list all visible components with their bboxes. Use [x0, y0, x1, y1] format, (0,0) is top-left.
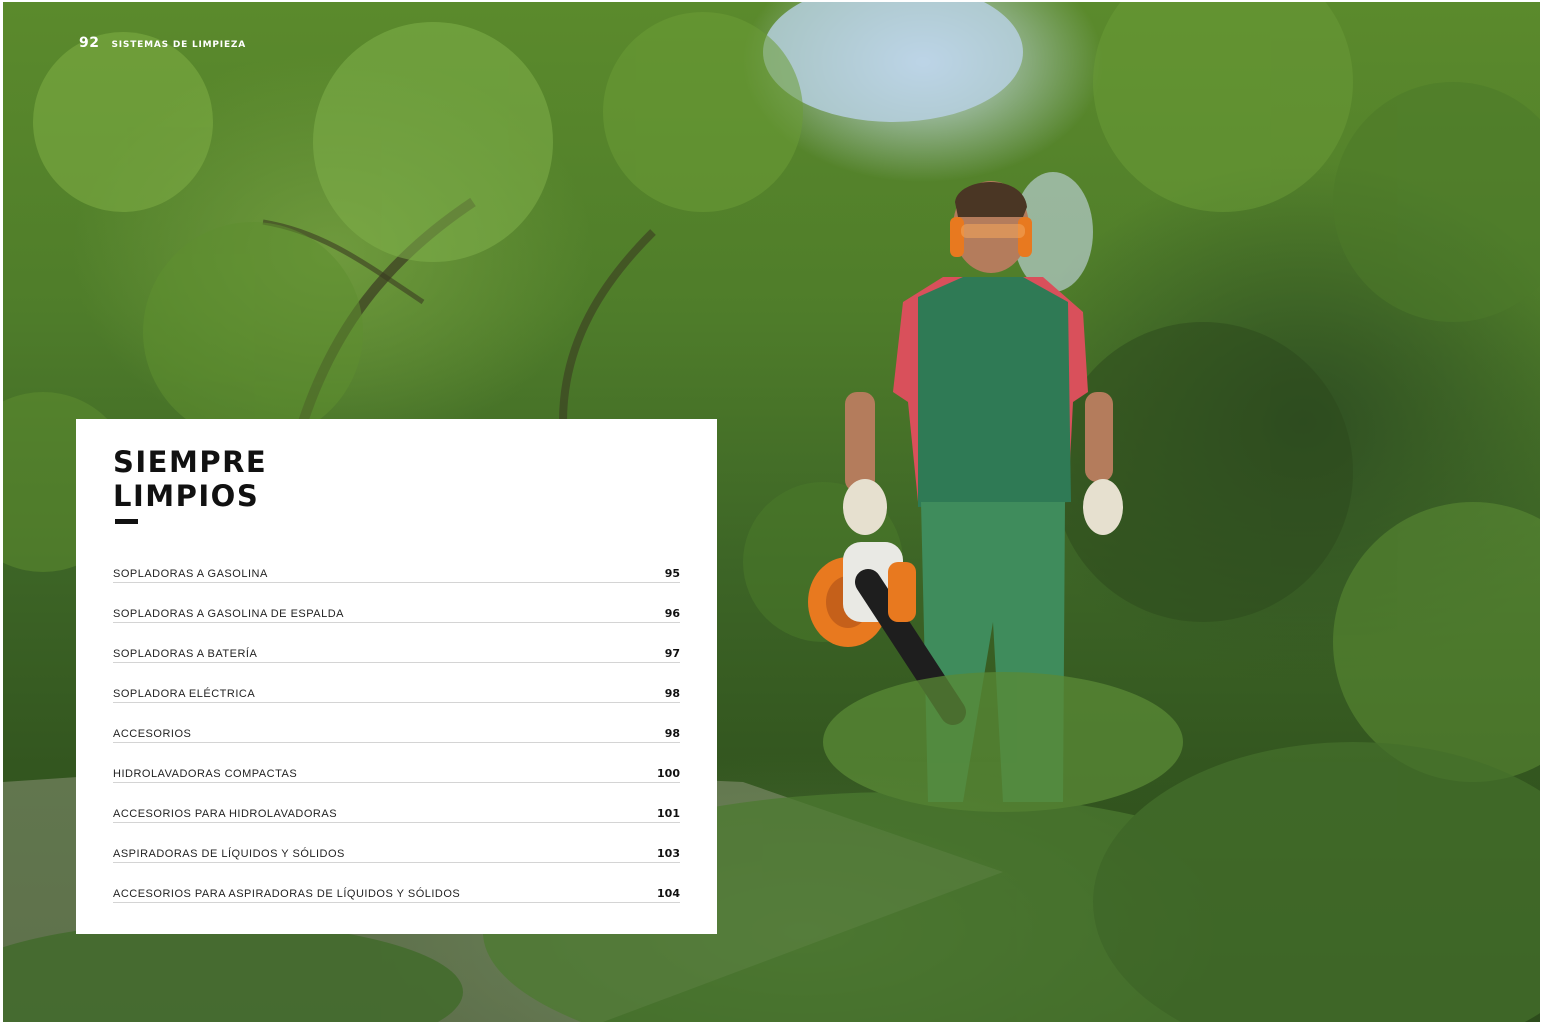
- toc-item-label: SOPLADORA ELÉCTRICA: [113, 688, 256, 700]
- toc-heading-line1: SIEMPRE: [113, 445, 268, 479]
- toc-item[interactable]: ASPIRADORAS DE LÍQUIDOS Y SÓLIDOS 103: [113, 823, 680, 863]
- section-title: SISTEMAS DE LIMPIEZA: [111, 40, 246, 50]
- toc-item-label: ACCESORIOS PARA ASPIRADORAS DE LÍQUIDOS …: [113, 888, 461, 900]
- toc-list: SOPLADORAS A GASOLINA 95 SOPLADORAS A GA…: [113, 561, 680, 903]
- toc-item-page: 98: [664, 687, 680, 700]
- page-number: 92: [79, 35, 100, 51]
- toc-item-label: SOPLADORAS A BATERÍA: [113, 648, 258, 660]
- toc-item-page: 95: [664, 567, 680, 580]
- toc-heading-line2: LIMPIOS: [113, 479, 260, 513]
- toc-item[interactable]: SOPLADORAS A GASOLINA DE ESPALDA 96: [113, 583, 680, 623]
- toc-heading: SIEMPRE LIMPIOS: [113, 445, 267, 513]
- toc-item-page: 100: [657, 767, 680, 780]
- toc-item[interactable]: ACCESORIOS PARA HIDROLAVADORAS 101: [113, 783, 680, 823]
- toc-item-page: 96: [664, 607, 680, 620]
- toc-item-label: SOPLADORAS A GASOLINA: [113, 568, 268, 580]
- toc-item-page: 104: [657, 887, 680, 900]
- table-of-contents-panel: SIEMPRE LIMPIOS SOPLADORAS A GASOLINA 95…: [76, 419, 717, 934]
- toc-item[interactable]: SOPLADORAS A GASOLINA 95: [113, 561, 680, 583]
- toc-item-label: ACCESORIOS: [113, 728, 192, 740]
- page-header: 92 SISTEMAS DE LIMPIEZA: [79, 35, 246, 51]
- toc-item-label: ASPIRADORAS DE LÍQUIDOS Y SÓLIDOS: [113, 848, 345, 860]
- toc-item[interactable]: ACCESORIOS PARA ASPIRADORAS DE LÍQUIDOS …: [113, 863, 680, 903]
- toc-item-page: 103: [657, 847, 680, 860]
- toc-item[interactable]: SOPLADORAS A BATERÍA 97: [113, 623, 680, 663]
- toc-item[interactable]: ACCESORIOS 98: [113, 703, 680, 743]
- toc-item-page: 98: [664, 727, 680, 740]
- toc-item-page: 101: [657, 807, 680, 820]
- toc-item-label: ACCESORIOS PARA HIDROLAVADORAS: [113, 808, 338, 820]
- toc-item-label: HIDROLAVADORAS COMPACTAS: [113, 768, 298, 780]
- toc-item-page: 97: [664, 647, 680, 660]
- heading-underline: [115, 519, 138, 524]
- toc-item[interactable]: HIDROLAVADORAS COMPACTAS 100: [113, 743, 680, 783]
- toc-item-label: SOPLADORAS A GASOLINA DE ESPALDA: [113, 608, 344, 620]
- toc-item[interactable]: SOPLADORA ELÉCTRICA 98: [113, 663, 680, 703]
